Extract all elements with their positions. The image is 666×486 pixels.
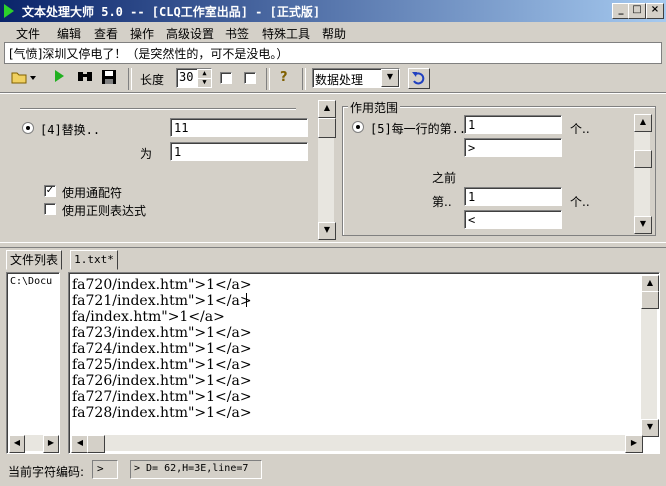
menu-view[interactable]: 查看 bbox=[94, 25, 118, 42]
scope-scrollbar[interactable]: ▲ ▼ bbox=[634, 114, 652, 234]
scroll-up-icon[interactable]: ▲ bbox=[318, 100, 336, 118]
nth-label: 第.. bbox=[432, 195, 452, 209]
toolbar-checkbox-1[interactable] bbox=[220, 72, 232, 84]
file-tree-item[interactable]: C:\Docu bbox=[10, 276, 52, 287]
mode-select[interactable]: 数据处理 ▼ bbox=[312, 68, 400, 88]
find-icon[interactable] bbox=[76, 69, 94, 87]
text-cursor bbox=[246, 293, 247, 307]
editor-line[interactable]: fa728/index.htm">1</a> bbox=[72, 405, 252, 421]
with-input[interactable]: 1 bbox=[170, 142, 308, 161]
status-info: > D= 62,H=3E,line=7 bbox=[130, 460, 262, 479]
length-spinner[interactable]: 30 ▲ ▼ bbox=[176, 68, 212, 88]
menu-special-tools[interactable]: 特殊工具 bbox=[262, 25, 310, 42]
spin-down-icon[interactable]: ▼ bbox=[197, 78, 211, 87]
menu-advanced[interactable]: 高级设置 bbox=[166, 25, 214, 42]
toolbar-divider bbox=[0, 92, 666, 94]
editor-hscroll[interactable]: ◀ ▶ bbox=[71, 435, 643, 453]
encoding-label: 当前字符编码: bbox=[8, 465, 85, 479]
editor-line[interactable]: fa726/index.htm">1</a> bbox=[72, 373, 252, 389]
panel-divider bbox=[20, 108, 296, 110]
tab-file-list[interactable]: 文件列表 bbox=[6, 250, 62, 270]
scroll-thumb[interactable] bbox=[634, 150, 652, 168]
toolbar-separator bbox=[266, 68, 270, 90]
left-panel-scrollbar[interactable]: ▲ ▼ bbox=[318, 100, 336, 240]
wildcard-label: 使用通配符 bbox=[62, 186, 123, 200]
length-value: 30 bbox=[179, 70, 194, 84]
before-input[interactable]: < bbox=[464, 210, 562, 229]
toolbar-separator bbox=[128, 68, 132, 90]
save-icon[interactable] bbox=[100, 69, 118, 87]
encoding-value: > bbox=[92, 460, 118, 479]
editor-line[interactable]: fa720/index.htm">1</a> bbox=[72, 277, 252, 293]
open-folder-icon[interactable] bbox=[10, 69, 38, 87]
replace-input[interactable]: 11 bbox=[170, 118, 308, 137]
scroll-down-icon[interactable]: ▼ bbox=[318, 222, 336, 240]
mode-select-value: 数据处理 bbox=[315, 73, 364, 87]
menu-help[interactable]: 帮助 bbox=[322, 25, 346, 42]
length-label: 长度 bbox=[140, 73, 165, 87]
with-label: 为 bbox=[140, 147, 153, 161]
splitter[interactable] bbox=[0, 242, 666, 248]
nth-input[interactable]: 1 bbox=[464, 187, 562, 206]
after-input[interactable]: > bbox=[464, 138, 562, 157]
toolbar-checkbox-2[interactable] bbox=[244, 72, 256, 84]
file-list-hscroll[interactable]: ◀ ▶ bbox=[9, 435, 59, 453]
regex-checkbox[interactable] bbox=[44, 203, 56, 215]
app-icon bbox=[4, 4, 14, 18]
editor-vscroll[interactable]: ▲ ▼ bbox=[641, 275, 659, 437]
menu-bar: 文件 编辑 查看 操作 高级设置 书签 特殊工具 帮助 bbox=[0, 22, 666, 42]
menu-edit[interactable]: 编辑 bbox=[57, 25, 81, 42]
editor-line[interactable]: fa725/index.htm">1</a> bbox=[72, 357, 252, 373]
chevron-down-icon[interactable]: ▼ bbox=[381, 69, 399, 87]
scope-title: 作用范围 bbox=[348, 99, 401, 116]
unit-label-1: 个.. bbox=[570, 122, 590, 136]
maximize-button[interactable]: □ bbox=[628, 3, 646, 19]
scroll-right-icon[interactable]: ▶ bbox=[625, 435, 643, 453]
menu-operate[interactable]: 操作 bbox=[130, 25, 154, 42]
menu-bookmark[interactable]: 书签 bbox=[225, 25, 249, 42]
tab-document[interactable]: 1.txt* bbox=[70, 250, 118, 270]
refresh-icon bbox=[412, 72, 425, 85]
run-icon[interactable] bbox=[50, 69, 68, 87]
scroll-down-icon[interactable]: ▼ bbox=[634, 216, 652, 234]
scroll-left-icon[interactable]: ◀ bbox=[9, 435, 25, 453]
regex-label: 使用正则表达式 bbox=[62, 204, 147, 218]
menu-file[interactable]: 文件 bbox=[16, 25, 40, 42]
replace-label: [4]替换.. bbox=[40, 123, 101, 137]
text-editor[interactable]: fa720/index.htm">1</a> fa721/index.htm">… bbox=[68, 272, 660, 454]
each-line-radio[interactable] bbox=[352, 121, 364, 133]
replace-radio[interactable] bbox=[22, 122, 34, 134]
close-button[interactable]: × bbox=[646, 3, 664, 19]
refresh-button[interactable] bbox=[408, 68, 430, 89]
editor-line[interactable]: fa727/index.htm">1</a> bbox=[72, 389, 252, 405]
help-icon[interactable]: ? bbox=[280, 70, 288, 85]
scroll-up-icon[interactable]: ▲ bbox=[634, 114, 652, 132]
each-line-input[interactable]: 1 bbox=[464, 115, 562, 134]
toolbar: 长度 30 ▲ ▼ ? 数据处理 ▼ bbox=[0, 66, 666, 92]
scroll-right-icon[interactable]: ▶ bbox=[43, 435, 59, 453]
message-box: [气愤]深圳又停电了！（是突然性的，可不是没电。） bbox=[4, 42, 662, 64]
before-label: 之前 bbox=[432, 171, 457, 185]
editor-content[interactable]: fa720/index.htm">1</a> fa721/index.htm">… bbox=[72, 277, 252, 421]
editor-line[interactable]: fa723/index.htm">1</a> bbox=[72, 325, 252, 341]
wildcard-checkbox[interactable]: ✓ bbox=[44, 185, 56, 197]
editor-line[interactable]: fa724/index.htm">1</a> bbox=[72, 341, 252, 357]
scroll-thumb[interactable] bbox=[87, 435, 105, 453]
scroll-thumb[interactable] bbox=[641, 291, 659, 309]
editor-line[interactable]: fa/index.htm">1</a> bbox=[72, 309, 252, 325]
window-title: 文本处理大师 5.0 -- [CLQ工作室出品] - [正式版] bbox=[22, 5, 321, 19]
scroll-down-icon[interactable]: ▼ bbox=[641, 419, 659, 437]
unit-label-2: 个.. bbox=[570, 195, 590, 209]
each-line-label: [5]每一行的第.. bbox=[370, 122, 467, 136]
toolbar-separator bbox=[302, 68, 306, 90]
title-bar: 文本处理大师 5.0 -- [CLQ工作室出品] - [正式版] _ □ × bbox=[0, 0, 666, 22]
scroll-thumb[interactable] bbox=[318, 118, 336, 138]
file-list-panel: C:\Docu ◀ ▶ bbox=[6, 272, 60, 454]
editor-line[interactable]: fa721/index.htm">1</a> bbox=[72, 293, 252, 309]
